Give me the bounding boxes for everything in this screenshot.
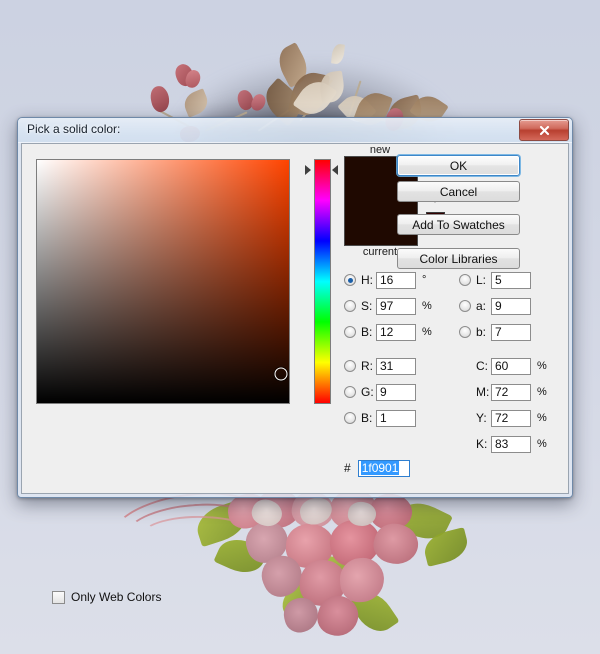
field-row-c: C: % bbox=[459, 356, 547, 376]
hue-marker-right-icon bbox=[332, 164, 338, 175]
field-row-b-brightness: B: % bbox=[344, 322, 432, 342]
radio-lab-l[interactable] bbox=[459, 274, 471, 286]
field-row-m: M: % bbox=[459, 382, 547, 402]
radio-lab-a[interactable] bbox=[459, 300, 471, 312]
input-s[interactable] bbox=[376, 297, 416, 315]
input-c[interactable] bbox=[491, 357, 531, 375]
label-h: H: bbox=[361, 273, 373, 287]
field-row-s: S: % bbox=[344, 296, 432, 316]
saturation-brightness-field[interactable] bbox=[36, 159, 290, 404]
unit-m: % bbox=[537, 386, 547, 398]
hue-gradient bbox=[314, 159, 331, 404]
label-g: G: bbox=[361, 385, 374, 399]
field-row-g: G: bbox=[344, 382, 416, 402]
dialog-body: new current H: 16 ° S: 97 % B: 12 % R: 3… bbox=[21, 143, 569, 604]
unit-b-brightness: % bbox=[422, 326, 432, 338]
hex-hash-label: # bbox=[344, 461, 351, 475]
cancel-button[interactable]: Cancel bbox=[397, 181, 520, 202]
radio-b-brightness[interactable] bbox=[344, 326, 356, 338]
input-h[interactable] bbox=[376, 271, 416, 289]
color-libraries-button[interactable]: Color Libraries bbox=[397, 248, 520, 269]
unit-y: % bbox=[537, 412, 547, 424]
label-m: M: bbox=[476, 385, 490, 399]
only-web-colors-label: Only Web Colors bbox=[71, 590, 162, 604]
hex-value: 1f0901 bbox=[360, 460, 400, 475]
checkbox-box-icon bbox=[52, 590, 65, 604]
input-b-blue[interactable] bbox=[376, 409, 416, 427]
dialog-titlebar[interactable]: Pick a solid color: bbox=[18, 118, 572, 143]
unit-h: ° bbox=[422, 274, 427, 286]
radio-s[interactable] bbox=[344, 300, 356, 312]
radio-h[interactable] bbox=[344, 274, 356, 286]
input-lab-a[interactable] bbox=[491, 297, 531, 315]
field-row-y: Y: % bbox=[459, 408, 547, 428]
radio-r[interactable] bbox=[344, 360, 356, 372]
sb-black-layer bbox=[37, 160, 289, 403]
input-lab-l[interactable] bbox=[491, 271, 531, 289]
close-icon bbox=[539, 125, 550, 136]
flower-bud bbox=[148, 84, 172, 114]
only-web-colors-checkbox[interactable]: Only Web Colors bbox=[52, 590, 161, 604]
label-k: K: bbox=[476, 437, 488, 451]
field-row-lab-l: L: bbox=[459, 270, 531, 290]
field-row-lab-a: a: bbox=[459, 296, 531, 316]
input-b-brightness[interactable] bbox=[376, 323, 416, 341]
add-to-swatches-button[interactable]: Add To Swatches bbox=[397, 214, 520, 235]
label-lab-l: L: bbox=[476, 273, 487, 287]
label-b-blue: B: bbox=[361, 411, 373, 425]
ok-button[interactable]: OK bbox=[397, 155, 520, 176]
input-r[interactable] bbox=[376, 357, 416, 375]
label-lab-b: b: bbox=[476, 325, 487, 339]
field-row-k: K: % bbox=[459, 434, 547, 454]
sb-gradient bbox=[37, 160, 289, 403]
radio-g[interactable] bbox=[344, 386, 356, 398]
color-picker-dialog: Pick a solid color: new current H: 16 ° … bbox=[17, 117, 573, 604]
hex-input[interactable]: 1f0901 bbox=[357, 459, 410, 477]
hue-slider-thumb[interactable] bbox=[305, 164, 338, 175]
label-s: S: bbox=[361, 299, 373, 313]
hex-row: # 1f0901 bbox=[344, 458, 410, 478]
label-y: Y: bbox=[476, 411, 487, 425]
sb-cursor[interactable] bbox=[274, 367, 288, 381]
unit-s: % bbox=[422, 300, 432, 312]
field-row-r: R: bbox=[344, 356, 416, 376]
label-c: C: bbox=[476, 359, 488, 373]
desktop-background: Pick a solid color: new current H: 16 ° … bbox=[0, 0, 600, 654]
label-r: R: bbox=[361, 359, 373, 373]
input-y[interactable] bbox=[491, 409, 531, 427]
dialog-title: Pick a solid color: bbox=[27, 122, 121, 136]
input-m[interactable] bbox=[491, 383, 531, 401]
label-lab-a: a: bbox=[476, 299, 487, 313]
input-k[interactable] bbox=[491, 435, 531, 453]
radio-b-blue[interactable] bbox=[344, 412, 356, 424]
hue-slider[interactable] bbox=[305, 159, 338, 404]
field-row-h: H: ° bbox=[344, 270, 426, 290]
hue-marker-left-icon bbox=[305, 164, 311, 175]
unit-c: % bbox=[537, 360, 547, 372]
unit-k: % bbox=[537, 438, 547, 450]
field-row-b-blue: B: bbox=[344, 408, 416, 428]
input-lab-b[interactable] bbox=[491, 323, 531, 341]
label-b-brightness: B: bbox=[361, 325, 373, 339]
close-button[interactable] bbox=[519, 119, 569, 141]
radio-lab-b[interactable] bbox=[459, 326, 471, 338]
input-g[interactable] bbox=[376, 383, 416, 401]
field-row-lab-b: b: bbox=[459, 322, 531, 342]
